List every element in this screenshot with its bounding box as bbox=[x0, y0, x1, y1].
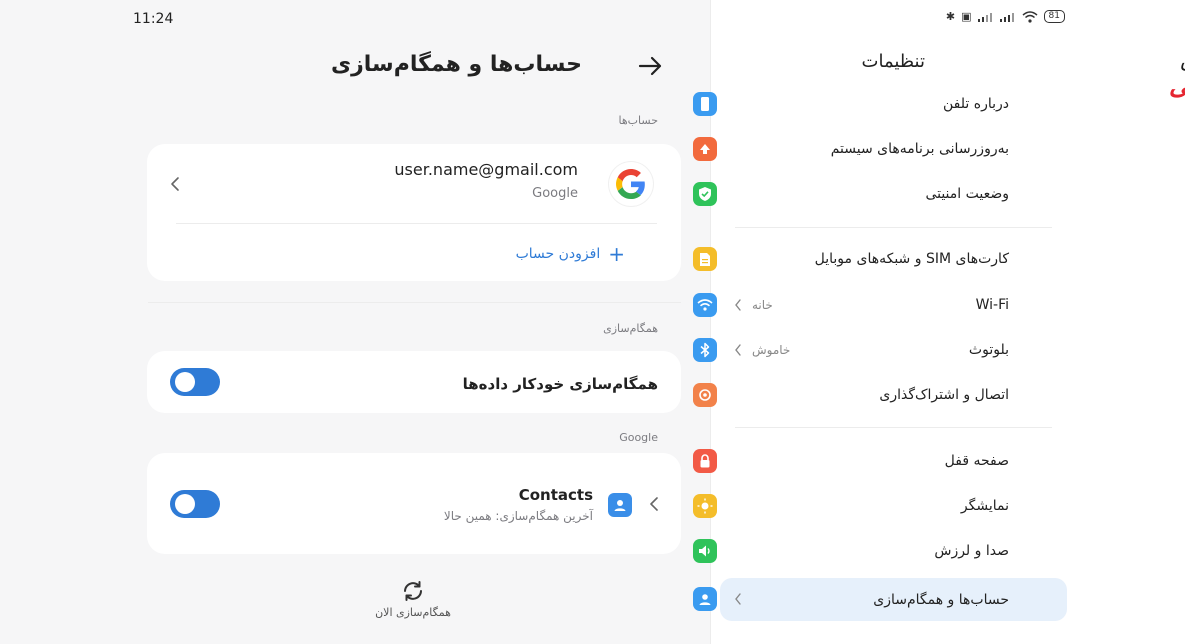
add-account-button[interactable]: + افزودن حساب bbox=[516, 244, 625, 264]
gooshi-online-logo: آنلاین گوشی bbox=[1169, 47, 1185, 101]
chevron-left-icon bbox=[735, 299, 741, 311]
settings-item-security-status[interactable]: وضعیت امنیتی bbox=[693, 175, 1067, 213]
settings-item-system-apps-update[interactable]: به‌روزرسانی برنامه‌های سیستم bbox=[693, 130, 1067, 168]
share-icon bbox=[693, 383, 717, 407]
wifi-status-icon bbox=[1022, 10, 1038, 23]
auto-sync-label: همگام‌سازی خودکار داده‌ها bbox=[462, 375, 658, 393]
settings-divider bbox=[735, 227, 1052, 228]
signal-icon bbox=[977, 12, 992, 22]
wifi-value: خانه bbox=[752, 298, 773, 312]
signal-icon bbox=[999, 12, 1014, 22]
section-divider bbox=[148, 302, 681, 303]
accounts-sync-pane: 11:24 حساب‌ها و همگام‌سازی حساب‌ها user.… bbox=[0, 0, 710, 644]
contacts-last-sync: آخرین همگام‌سازی: همین حالا bbox=[443, 509, 593, 523]
settings-item-label: اتصال و اشتراک‌گذاری bbox=[879, 387, 1009, 403]
sync-section-label: همگام‌سازی bbox=[603, 322, 658, 335]
google-logo-icon bbox=[609, 162, 653, 206]
settings-item-label: بلوتوث bbox=[968, 342, 1009, 358]
bluetooth-status-icon: ✱ bbox=[945, 10, 956, 23]
add-account-label: افزودن حساب bbox=[515, 246, 601, 262]
toggle-knob bbox=[175, 494, 195, 514]
settings-item-bluetooth[interactable]: بلوتوث خاموش bbox=[693, 331, 1067, 369]
settings-item-label: به‌روزرسانی برنامه‌های سیستم bbox=[830, 141, 1009, 157]
contacts-card[interactable] bbox=[147, 453, 681, 554]
battery-icon: 81 bbox=[1043, 10, 1065, 23]
toggle-knob bbox=[175, 372, 195, 392]
vibrate-icon: ▣ bbox=[961, 10, 972, 23]
back-arrow-icon[interactable] bbox=[636, 52, 664, 80]
account-provider: Google bbox=[532, 186, 578, 201]
settings-item-accounts-sync[interactable]: حساب‌ها و همگام‌سازی bbox=[693, 578, 1067, 621]
sync-now-label[interactable]: همگام‌سازی الان bbox=[368, 606, 458, 619]
chevron-left-icon[interactable] bbox=[648, 496, 660, 512]
chevron-left-icon bbox=[735, 593, 741, 605]
settings-item-sound-vibration[interactable]: صدا و لرزش bbox=[693, 532, 1067, 570]
settings-item-about-phone[interactable]: درباره تلفن bbox=[693, 85, 1067, 123]
settings-item-display[interactable]: نمایشگر bbox=[693, 487, 1067, 525]
settings-divider bbox=[735, 427, 1052, 428]
status-time: 11:24 bbox=[133, 11, 174, 27]
card-divider bbox=[176, 223, 657, 224]
lock-icon bbox=[693, 449, 717, 473]
phone-icon bbox=[693, 92, 717, 116]
settings-item-connection-sharing[interactable]: اتصال و اشتراک‌گذاری bbox=[693, 376, 1067, 414]
speaker-icon bbox=[693, 539, 717, 563]
settings-title: تنظیمات bbox=[861, 51, 925, 72]
sim-icon bbox=[693, 247, 717, 271]
shield-check-icon bbox=[693, 182, 717, 206]
accounts-section-label: حساب‌ها bbox=[618, 114, 658, 127]
settings-item-label: حساب‌ها و همگام‌سازی bbox=[873, 591, 1009, 608]
plus-icon: + bbox=[608, 242, 625, 266]
settings-item-label: درباره تلفن bbox=[943, 96, 1009, 112]
account-email[interactable]: user.name@gmail.com bbox=[394, 160, 578, 179]
sync-icon[interactable] bbox=[400, 578, 426, 604]
settings-item-label: نمایشگر bbox=[960, 498, 1009, 514]
bluetooth-icon bbox=[693, 338, 717, 362]
contacts-icon bbox=[608, 493, 632, 517]
settings-item-wifi[interactable]: Wi-Fi خانه bbox=[693, 286, 1067, 324]
page-title: حساب‌ها و همگام‌سازی bbox=[330, 52, 582, 77]
contacts-title: Contacts bbox=[518, 486, 593, 504]
arrow-up-icon bbox=[693, 137, 717, 161]
svg-text:آنلاین: آنلاین bbox=[1180, 47, 1185, 71]
wifi-icon bbox=[693, 293, 717, 317]
settings-item-sim-cards[interactable]: کارت‌های SIM و شبکه‌های موبایل bbox=[693, 240, 1067, 278]
sun-icon bbox=[693, 494, 717, 518]
auto-sync-toggle[interactable] bbox=[170, 368, 220, 396]
settings-item-lock-screen[interactable]: صفحه قفل bbox=[693, 442, 1067, 480]
status-icons: ✱ ▣ 81 bbox=[946, 10, 1065, 23]
bluetooth-value: خاموش bbox=[752, 343, 791, 357]
settings-item-label: وضعیت امنیتی bbox=[925, 186, 1009, 202]
chevron-left-icon bbox=[735, 344, 741, 356]
settings-item-label: صدا و لرزش bbox=[934, 543, 1009, 559]
google-section-label: Google bbox=[619, 431, 658, 444]
settings-item-label: کارت‌های SIM و شبکه‌های موبایل bbox=[814, 251, 1009, 267]
contacts-sync-toggle[interactable] bbox=[170, 490, 220, 518]
svg-text:گوشی: گوشی bbox=[1169, 71, 1185, 101]
settings-item-label: Wi-Fi bbox=[975, 297, 1009, 313]
settings-item-label: صفحه قفل bbox=[944, 453, 1009, 469]
chevron-left-icon[interactable] bbox=[169, 176, 181, 192]
person-icon bbox=[693, 587, 717, 611]
